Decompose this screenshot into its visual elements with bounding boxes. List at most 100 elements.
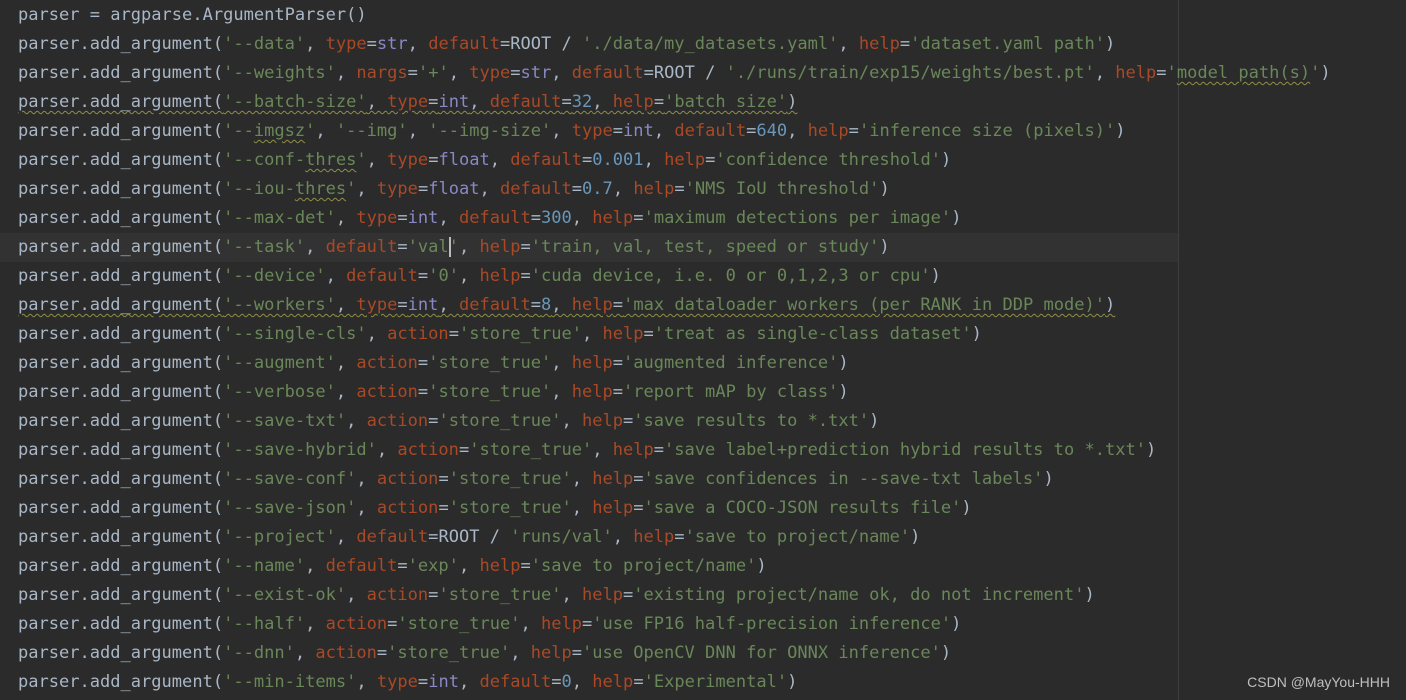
code-token: help [602,324,644,344]
code-token: 'inference size (pixels)' [858,121,1116,141]
code-line[interactable]: parser.add_argument('--save-json', actio… [18,494,1331,523]
code-token: parser.add_argument( [18,208,224,228]
code-token: '--workers' [223,295,336,315]
code-token: help [858,34,900,54]
code-token: '--project' [223,527,336,547]
code-line[interactable]: parser.add_argument('--weights', nargs='… [18,59,1331,88]
code-line[interactable]: parser.add_argument('--save-txt', action… [18,407,1331,436]
code-token: , [458,556,480,576]
code-token: , [561,411,582,431]
code-token: , [489,150,511,170]
code-token: thres [305,150,357,170]
code-token: 'store_true' [428,382,552,402]
code-token: thres [294,179,347,199]
code-token: = [417,353,429,373]
code-token: 'store_true' [428,353,552,373]
code-token: ROOT / [510,34,583,54]
code-line[interactable]: parser.add_argument('--exist-ok', action… [18,581,1331,610]
code-token: = [397,295,408,315]
code-line[interactable]: parser.add_argument('--max-det', type=in… [18,204,1331,233]
code-token: parser.add_argument( [18,411,224,431]
code-token: , [315,121,336,141]
code-token: , [346,411,367,431]
code-line[interactable]: parser.add_argument('--verbose', action=… [18,378,1331,407]
code-token: = [530,208,541,228]
code-line[interactable]: parser.add_argument('--name', default='e… [18,552,1331,581]
code-token: = [428,150,439,170]
code-token: default [325,556,398,576]
code-token: parser.add_argument( [18,585,224,605]
code-line[interactable]: parser.add_argument('--min-items', type=… [18,668,1331,697]
code-token: , [458,266,480,286]
code-token: 'dataset.yaml path' [910,34,1105,54]
code-line[interactable]: parser.add_argument('--save-conf', actio… [18,465,1331,494]
code-token: = [612,121,624,141]
code-token: '--dnn' [223,643,295,663]
code-token: = [520,266,531,286]
code-token: ) [951,208,962,228]
code-line[interactable]: parser.add_argument('--conf-thres', type… [18,146,1331,175]
code-token: = [848,121,859,141]
code-token: = [633,498,644,518]
code-token: = [653,440,665,460]
code-token: '+' [417,63,449,83]
code-line[interactable]: parser.add_argument('--data', type=str, … [18,30,1331,59]
code-line[interactable]: parser = argparse.ArgumentParser() [18,1,1331,30]
code-token: 'store_true' [448,498,572,518]
code-token: ) [879,179,890,199]
code-line[interactable]: parser.add_argument('--dnn', action='sto… [18,639,1331,668]
code-token: 300 [541,208,572,228]
code-token: '--batch-size' [223,92,367,112]
code-line[interactable]: parser.add_argument('--half', action='st… [18,610,1331,639]
code-token: = [674,179,685,199]
code-token: = [571,643,583,663]
code-token: action [387,324,449,344]
code-line[interactable]: parser.add_argument('--task', default='v… [18,233,1331,262]
code-line[interactable]: parser.add_argument('--batch-size', type… [18,88,1331,117]
code-token: , [458,237,480,257]
code-line[interactable]: parser.add_argument('--single-cls', acti… [18,320,1331,349]
code-token: = [397,208,408,228]
code-token: parser.add_argument( [18,63,224,83]
watermark: CSDN @MayYou-HHH [1247,674,1390,690]
code-token: ' [1166,63,1177,83]
code-token: = [612,382,624,402]
code-token: type [387,150,429,170]
code-token: default [674,121,747,141]
code-token: , [448,63,470,83]
code-token: = [746,121,757,141]
code-token: '-- [223,121,254,141]
code-token: , [356,179,377,199]
code-line[interactable]: parser.add_argument('--project', default… [18,523,1331,552]
code-token: parser.add_argument( [18,440,224,460]
code-line[interactable]: parser.add_argument('--device', default=… [18,262,1331,291]
code-line[interactable]: parser.add_argument('--imgsz', '--img', … [18,117,1331,146]
code-token: ) [1145,440,1157,460]
code-token: ) [838,382,849,402]
code-token: type [325,34,367,54]
code-token: , [551,63,572,83]
code-token: , [1094,63,1116,83]
code-line[interactable]: parser.add_argument('--iou-thres', type=… [18,175,1331,204]
code-token: float [428,179,480,199]
code-token: ) [756,556,767,576]
code-token: , [643,150,665,170]
code-line[interactable]: parser.add_argument('--workers', type=in… [18,291,1331,320]
code-token: 'val' [407,237,459,257]
code-token: default [479,672,552,692]
code-token: parser.add_argument( [18,527,224,547]
code-token: 'store_true' [469,440,593,460]
code-token: , [571,498,593,518]
code-token: ) [1084,585,1095,605]
code-token: ) [940,643,952,663]
code-editor[interactable]: parser = argparse.ArgumentParser() parser… [0,0,1406,700]
code-token: = [428,585,439,605]
code-token: nargs [356,63,408,83]
code-token: 'store_true' [448,469,572,489]
code-line[interactable]: parser.add_argument('--augment', action=… [18,349,1331,378]
code-token: help [479,556,521,576]
code-token: = [397,237,408,257]
code-line[interactable]: parser.add_argument('--save-hybrid', act… [18,436,1331,465]
code-token: help [530,643,572,663]
code-token: type [356,208,398,228]
